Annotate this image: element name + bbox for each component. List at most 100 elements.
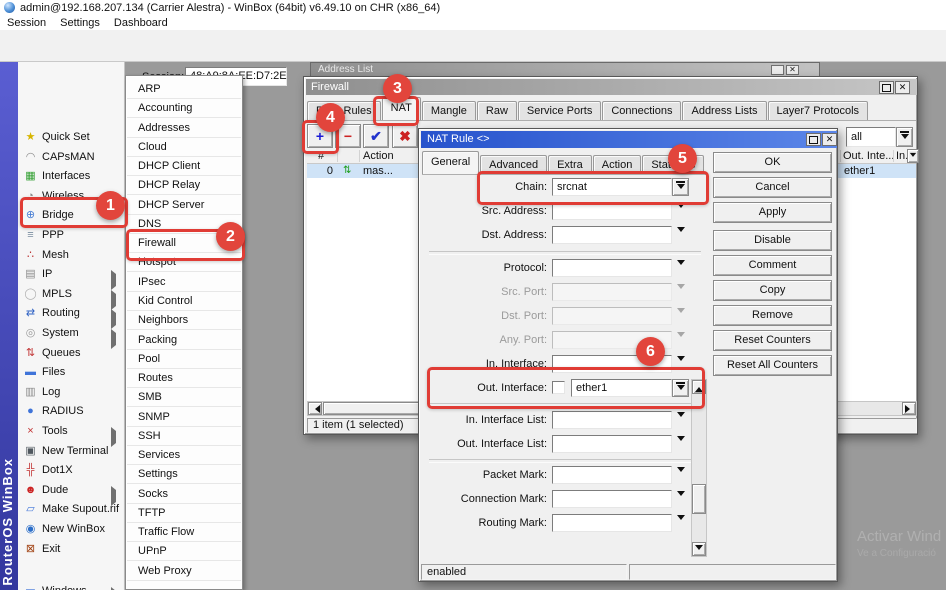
close-icon[interactable]: ✕ — [895, 81, 910, 94]
out-interface-list-field[interactable] — [552, 435, 672, 453]
sidebar-item-queues[interactable]: ⇅Queues — [18, 343, 124, 363]
background-window-titlebar[interactable]: Address List ✕ — [310, 62, 820, 76]
sidebar-item-quick-set[interactable]: ★Quick Set — [18, 127, 124, 147]
connection-mark-dropdown-icon[interactable] — [677, 496, 685, 508]
ip-menu-item-dhcp-client[interactable]: DHCP Client — [127, 157, 241, 176]
ip-menu-item-settings[interactable]: Settings — [127, 465, 241, 484]
menu-settings[interactable]: Settings — [60, 16, 100, 30]
src-port-dropdown-icon[interactable] — [677, 289, 685, 301]
reset-counters-button[interactable]: Reset Counters — [713, 330, 832, 351]
disable-button[interactable]: Disable — [713, 230, 832, 251]
disable-button[interactable]: ✖ — [392, 124, 418, 148]
firewall-tab-raw[interactable]: Raw — [477, 101, 517, 120]
ip-menu-item-packing[interactable]: Packing — [127, 331, 241, 350]
sidebar-item-routing[interactable]: ⇄Routing — [18, 303, 124, 323]
ip-menu-item-cloud[interactable]: Cloud — [127, 138, 241, 157]
column-select-icon[interactable] — [907, 149, 919, 163]
sidebar-item-tools[interactable]: ×Tools — [18, 421, 124, 441]
sidebar-item-dude[interactable]: ☻Dude — [18, 480, 124, 500]
any-port-dropdown-icon[interactable] — [677, 337, 685, 349]
column-out-interface[interactable]: Out. Inte... — [843, 149, 893, 163]
sidebar-item-exit[interactable]: ⊠Exit — [18, 539, 124, 559]
firewall-tab-mangle[interactable]: Mangle — [422, 101, 476, 120]
sidebar-item-radius[interactable]: ●RADIUS — [18, 401, 124, 421]
remove-button[interactable]: Remove — [713, 305, 832, 326]
in-interface-list-field[interactable] — [552, 411, 672, 429]
maximize-icon[interactable] — [771, 65, 784, 75]
ip-menu-item-snmp[interactable]: SNMP — [127, 408, 241, 427]
nat-rule-titlebar[interactable]: NAT Rule <> — [421, 131, 837, 148]
src-address-dropdown-icon[interactable] — [677, 208, 685, 220]
column-in[interactable]: In. — [896, 149, 907, 163]
hscroll-thumb[interactable] — [323, 402, 423, 415]
dst-address-dropdown-icon[interactable] — [677, 232, 685, 244]
sidebar-item-interfaces[interactable]: ▦Interfaces — [18, 166, 124, 186]
ip-menu-item-routes[interactable]: Routes — [127, 369, 241, 388]
scroll-left-icon[interactable] — [308, 402, 322, 415]
dst-port-dropdown-icon[interactable] — [677, 313, 685, 325]
src-port-field[interactable] — [552, 283, 672, 301]
sidebar-item-system[interactable]: ◎System — [18, 323, 124, 343]
ip-menu-item-web-proxy[interactable]: Web Proxy — [127, 562, 241, 581]
firewall-filter-select[interactable]: all — [846, 127, 896, 147]
routing-mark-dropdown-icon[interactable] — [677, 520, 685, 532]
ok-button[interactable]: OK — [713, 152, 832, 173]
ip-menu-item-kid-control[interactable]: Kid Control — [127, 292, 241, 311]
ip-menu-item-dhcp-relay[interactable]: DHCP Relay — [127, 176, 241, 195]
sidebar-item-dot1x[interactable]: ╬Dot1X — [18, 460, 124, 480]
ip-menu-item-accounting[interactable]: Accounting — [127, 99, 241, 118]
dst-address-field[interactable] — [552, 226, 672, 244]
out-interface-list-dropdown-icon[interactable] — [677, 441, 685, 453]
routing-mark-field[interactable] — [552, 514, 672, 532]
column-action[interactable]: Action — [363, 149, 407, 163]
sidebar-item-ppp[interactable]: ≡PPP — [18, 225, 124, 245]
sidebar-item-make-supout-rif[interactable]: ▱Make Supout.rif — [18, 499, 124, 519]
packet-mark-dropdown-icon[interactable] — [677, 472, 685, 484]
sidebar-item-windows[interactable]: ▭Windows — [18, 581, 124, 590]
ip-menu-item-neighbors[interactable]: Neighbors — [127, 311, 241, 330]
sidebar-item-mesh[interactable]: ∴Mesh — [18, 245, 124, 265]
sidebar-item-new-winbox[interactable]: ◉New WinBox — [18, 519, 124, 539]
in-interface-list-dropdown-icon[interactable] — [677, 417, 685, 429]
ip-menu-item-pool[interactable]: Pool — [127, 350, 241, 369]
ip-menu-item-socks[interactable]: Socks — [127, 485, 241, 504]
copy-button[interactable]: Copy — [713, 280, 832, 301]
firewall-tab-layer7-protocols[interactable]: Layer7 Protocols — [768, 101, 869, 120]
cancel-button[interactable]: Cancel — [713, 177, 832, 198]
ip-menu-item-addresses[interactable]: Addresses — [127, 119, 241, 138]
sidebar-item-capsman[interactable]: ◠CAPsMAN — [18, 147, 124, 167]
menu-session[interactable]: Session — [7, 16, 46, 30]
ip-menu-item-traffic-flow[interactable]: Traffic Flow — [127, 523, 241, 542]
nat-rule-tab-general[interactable]: General — [422, 151, 479, 174]
sidebar-item-files[interactable]: ▬Files — [18, 362, 124, 382]
sidebar-item-new-terminal[interactable]: ▣New Terminal — [18, 441, 124, 461]
reset-all-counters-button[interactable]: Reset All Counters — [713, 355, 832, 376]
firewall-filter-dropdown-icon[interactable] — [896, 127, 913, 147]
protocol-dropdown-icon[interactable] — [677, 265, 685, 277]
protocol-field[interactable] — [552, 259, 672, 277]
sidebar-item-ip[interactable]: ▤IP — [18, 264, 124, 284]
ip-menu-item-tftp[interactable]: TFTP — [127, 504, 241, 523]
maximize-icon[interactable] — [879, 81, 894, 94]
maximize-icon[interactable] — [806, 133, 821, 146]
ip-menu-item-dhcp-server[interactable]: DHCP Server — [127, 196, 241, 215]
scroll-down-icon[interactable] — [692, 542, 706, 556]
enable-button[interactable]: ✔ — [363, 124, 389, 148]
ip-menu-item-arp[interactable]: ARP — [127, 80, 241, 99]
ip-menu-item-ssh[interactable]: SSH — [127, 427, 241, 446]
packet-mark-field[interactable] — [552, 466, 672, 484]
firewall-tab-service-ports[interactable]: Service Ports — [518, 101, 601, 120]
comment-button[interactable]: Comment — [713, 255, 832, 276]
scroll-right-icon[interactable] — [902, 402, 916, 415]
vscroll-thumb[interactable] — [692, 484, 706, 514]
apply-button[interactable]: Apply — [713, 202, 832, 223]
close-icon[interactable]: ✕ — [822, 133, 837, 146]
ip-menu-item-upnp[interactable]: UPnP — [127, 542, 241, 561]
menu-dashboard[interactable]: Dashboard — [114, 16, 168, 30]
firewall-tab-connections[interactable]: Connections — [602, 101, 681, 120]
ip-menu-item-services[interactable]: Services — [127, 446, 241, 465]
ip-menu-item-smb[interactable]: SMB — [127, 388, 241, 407]
ip-menu-item-ipsec[interactable]: IPsec — [127, 273, 241, 292]
sidebar-item-mpls[interactable]: ◯MPLS — [18, 284, 124, 304]
dst-port-field[interactable] — [552, 307, 672, 325]
